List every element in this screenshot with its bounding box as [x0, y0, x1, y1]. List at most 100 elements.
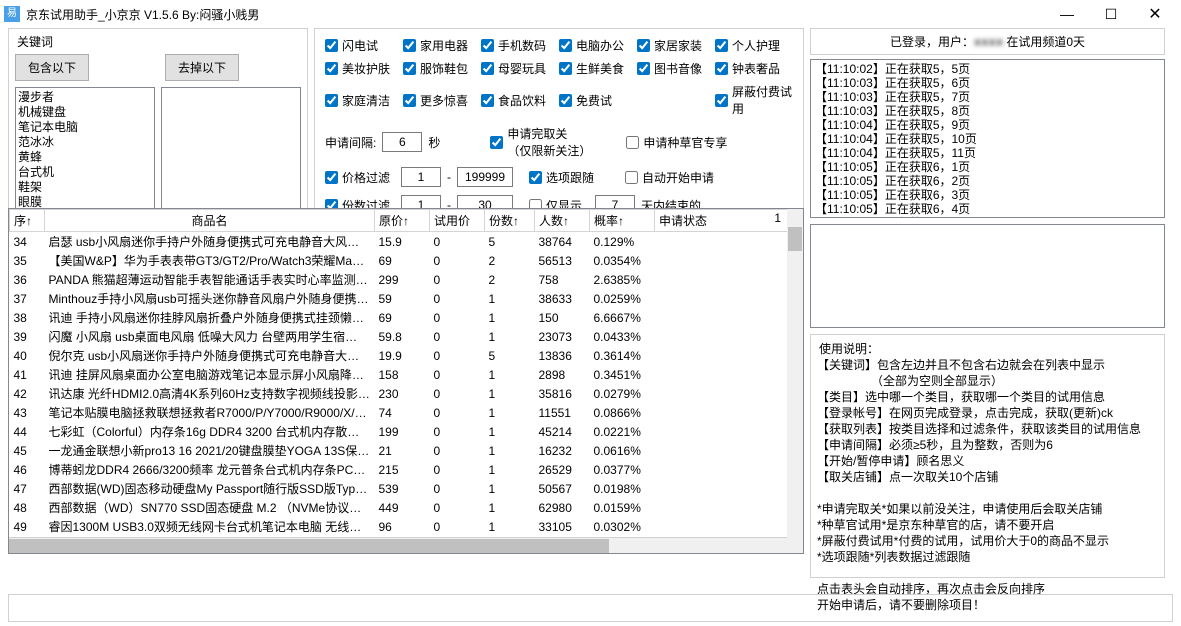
interval-unit: 秒	[428, 134, 440, 151]
help-line: 【取关店铺】点一次取关10个店铺	[817, 469, 1158, 485]
table-header[interactable]: 商品名	[45, 210, 375, 232]
category-check[interactable]: 美妆护肤	[325, 60, 403, 77]
table-row[interactable]: 44七彩虹（Colorful）内存条16g DDR4 3200 台式机内存散…1…	[10, 422, 803, 441]
table-row[interactable]: 46博蒂蚓龙DDR4 2666/3200频率 龙元普条台式机内存条PC游…215…	[10, 460, 803, 479]
table-row[interactable]: 35【美国W&P】华为手表表带GT3/GT2/Pro/Watch3荣耀Magic…	[10, 251, 803, 270]
interval-input[interactable]	[382, 132, 422, 152]
category-check[interactable]: 免费试	[559, 83, 637, 117]
table-row[interactable]: 40倪尔克 usb小风扇迷你手持户外随身便携式可充电静音大…19.9051383…	[10, 346, 803, 365]
log-line: 【11:10:04】正在获取5，10页	[815, 132, 1160, 146]
table-row[interactable]: 39闪魔 小风扇 usb桌面电风扇 低噪大风力 台壁两用学生宿…59.80123…	[10, 327, 803, 346]
maximize-button[interactable]: ☐	[1089, 0, 1133, 28]
status-bar	[8, 594, 1173, 622]
price-min-input[interactable]	[401, 167, 441, 187]
category-check[interactable]: 个人护理	[715, 37, 793, 54]
keyword-panel: 关键词 包含以下 去掉以下 漫步者机械键盘笔记本电脑范冰冰黄蜂台式机鞋架眼膜豆浆…	[8, 28, 308, 228]
login-info: 已登录，用户：■■■■ 在试用频道0天	[810, 28, 1165, 55]
keyword-item[interactable]: 范冰冰	[18, 135, 152, 150]
table-row[interactable]: 42讯达康 光纤HDMI2.0高清4K系列60Hz支持数字视频线投影…23001…	[10, 384, 803, 403]
log-line: 【11:10:05】正在获取6，4页	[815, 202, 1160, 216]
apply-follow-label: 申请完取关（仅限新关注）	[507, 125, 591, 159]
log-line: 【11:10:04】正在获取5，11页	[815, 146, 1160, 160]
exclude-list[interactable]	[161, 87, 301, 227]
table-header[interactable]: 序↑	[10, 210, 45, 232]
table-header[interactable]: 试用价	[430, 210, 485, 232]
category-check[interactable]: 屏蔽付费试用	[715, 83, 793, 117]
table-row[interactable]: 37Minthouz手持小风扇usb可摇头迷你静音风扇户外随身便携…590138…	[10, 289, 803, 308]
category-check[interactable]: 更多惊喜	[403, 83, 481, 117]
table-row[interactable]: 41讯迪 挂屏风扇桌面办公室电脑游戏笔记本显示屏小风扇降…1580128980.…	[10, 365, 803, 384]
exclude-button[interactable]: 去掉以下	[165, 54, 239, 81]
category-check[interactable]: 图书音像	[637, 60, 715, 77]
include-button[interactable]: 包含以下	[15, 54, 89, 81]
vertical-scrollbar[interactable]	[787, 209, 803, 537]
log-line: 【11:10:02】正在获取5，5页	[815, 62, 1160, 76]
keyword-item[interactable]: 笔记本电脑	[18, 120, 152, 135]
category-check[interactable]: 家居家装	[637, 37, 715, 54]
close-button[interactable]: ✕	[1133, 0, 1177, 28]
keyword-item[interactable]: 机械键盘	[18, 105, 152, 120]
category-check[interactable]: 家庭清洁	[325, 83, 403, 117]
category-check[interactable]: 母婴玩具	[481, 60, 559, 77]
price-max-input[interactable]	[457, 167, 513, 187]
help-line	[817, 565, 1158, 581]
help-line: *选项跟随*列表数据过滤跟随	[817, 549, 1158, 565]
help-line: 【关键词】包含左边并且不包含右边就会在列表中显示	[817, 357, 1158, 373]
help-line: 【类目】选中哪一个类目，获取哪一个类目的试用信息	[817, 389, 1158, 405]
keyword-legend: 关键词	[15, 33, 55, 50]
help-line: （全部为空则全部显示）	[817, 373, 1158, 389]
table-row[interactable]: 48西部数据（WD）SN770 SSD固态硬盘 M.2 （NVMe协议）…449…	[10, 498, 803, 517]
table-row[interactable]: 43笔记本贴膜电脑拯救联想拯救者R7000/P/Y7000/R9000/X/K……	[10, 403, 803, 422]
category-check[interactable]: 电脑办公	[559, 37, 637, 54]
table-header[interactable]: 人数↑	[535, 210, 590, 232]
log-line: 【11:10:05】正在获取6，3页	[815, 188, 1160, 202]
keyword-item[interactable]: 漫步者	[18, 90, 152, 105]
help-line: 【开始/暂停申请】顾名思义	[817, 453, 1158, 469]
log-line: 【11:10:05】正在获取6，2页	[815, 174, 1160, 188]
help-line: *种草官试用*是京东种草官的店，请不要开启	[817, 517, 1158, 533]
price-filter-check[interactable]	[325, 171, 338, 184]
include-list[interactable]: 漫步者机械键盘笔记本电脑范冰冰黄蜂台式机鞋架眼膜豆浆机空气炸锅风扇	[15, 87, 155, 227]
seed-only-check[interactable]	[626, 136, 639, 149]
table-row[interactable]: 38讯迪 手持小风扇迷你挂脖风扇折叠户外随身便携式挂颈懒…69011506.66…	[10, 308, 803, 327]
keyword-item[interactable]: 台式机	[18, 165, 152, 180]
table-row[interactable]: 34启瑟 usb小风扇迷你手持户外随身便携式可充电静音大风…15.9053876…	[10, 232, 803, 252]
category-check[interactable]: 闪电试	[325, 37, 403, 54]
app-icon: 易	[4, 6, 20, 22]
table-header[interactable]: 份数↑	[485, 210, 535, 232]
minimize-button[interactable]: —	[1045, 0, 1089, 28]
category-check[interactable]: 服饰鞋包	[403, 60, 481, 77]
interval-label: 申请间隔:	[325, 134, 376, 151]
log-line: 【11:10:03】正在获取5，7页	[815, 90, 1160, 104]
log-box[interactable]: 【11:10:02】正在获取5，5页【11:10:03】正在获取5，6页【11:…	[810, 59, 1165, 218]
table-row[interactable]: 36PANDA 熊猫超薄运动智能手表智能通话手表实时心率监测…299027582…	[10, 270, 803, 289]
keyword-item[interactable]: 鞋架	[18, 180, 152, 195]
category-check[interactable]: 生鲜美食	[559, 60, 637, 77]
product-table[interactable]: 序↑商品名原价↑试用价份数↑人数↑概率↑申请状态 34启瑟 usb小风扇迷你手持…	[8, 208, 804, 554]
keyword-item[interactable]: 黄蜂	[18, 150, 152, 165]
category-check[interactable]: 手机数码	[481, 37, 559, 54]
log-line: 【11:10:06】正在获取6，5页	[815, 216, 1160, 218]
preview-box	[810, 224, 1165, 328]
category-check[interactable]: 钟表奢品	[715, 60, 793, 77]
table-row[interactable]: 49睿因1300M USB3.0双频无线网卡台式机笔记本电脑 无线信…96013…	[10, 517, 803, 536]
table-header[interactable]: 原价↑	[375, 210, 430, 232]
option-follow-check[interactable]	[529, 171, 542, 184]
page-indicator: 1	[774, 211, 781, 225]
help-line	[817, 485, 1158, 501]
log-line: 【11:10:05】正在获取6，1页	[815, 160, 1160, 174]
title-bar: 易 京东试用助手_小京京 V1.5.6 By:闷骚小贱男 — ☐ ✕	[0, 0, 1181, 28]
seed-only-label: 申请种草官专享	[643, 134, 727, 151]
horizontal-scrollbar[interactable]	[9, 537, 787, 553]
category-check[interactable]: 食品饮料	[481, 83, 559, 117]
help-line: 【申请间隔】必须≥5秒，且为整数，否则为6	[817, 437, 1158, 453]
help-line: *申请完取关*如果以前没关注，申请使用后会取关店铺	[817, 501, 1158, 517]
table-row[interactable]: 45一龙通金联想小新pro13 16 2021/20键盘膜垫YOGA 13S保……	[10, 441, 803, 460]
help-line: 【获取列表】按类目选择和过滤条件，获取该类目的试用信息	[817, 421, 1158, 437]
category-check[interactable]: 家用电器	[403, 37, 481, 54]
table-row[interactable]: 47西部数据(WD)固态移动硬盘My Passport随行版SSD版Type-……	[10, 479, 803, 498]
help-line: 【登录帐号】在网页完成登录，点击完成，获取(更新)ck	[817, 405, 1158, 421]
auto-start-check[interactable]	[625, 171, 638, 184]
apply-follow-check[interactable]	[490, 136, 503, 149]
table-header[interactable]: 概率↑	[590, 210, 655, 232]
